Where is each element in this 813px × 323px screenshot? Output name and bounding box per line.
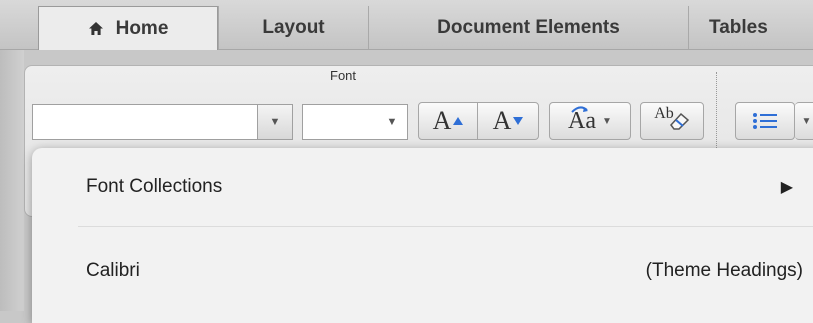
font-dropdown-menu: Font Collections ▶ Calibri (Theme Headin… — [32, 148, 813, 323]
ribbon-tab-strip: Home Layout Document Elements Tables — [0, 0, 813, 50]
menu-item-font-collections[interactable]: Font Collections ▶ — [32, 152, 813, 222]
clear-formatting-label: Ab — [654, 105, 674, 122]
tab-document-elements[interactable]: Document Elements — [368, 6, 688, 49]
triangle-down-icon — [513, 117, 524, 125]
group-separator — [716, 72, 717, 150]
tab-layout-label: Layout — [262, 16, 325, 38]
tab-home-label: Home — [115, 17, 169, 39]
menu-divider — [78, 226, 813, 227]
menu-item-calibri[interactable]: Calibri (Theme Headings) — [32, 236, 813, 306]
font-name-dropdown-button[interactable]: ▼ — [257, 105, 292, 139]
tab-document-elements-label: Document Elements — [437, 16, 620, 38]
submenu-arrow-icon: ▶ — [780, 179, 793, 196]
home-icon — [88, 21, 104, 36]
chevron-down-icon: ▼ — [602, 115, 612, 127]
font-group-title: Font — [330, 68, 357, 83]
shrink-font-button[interactable]: A — [477, 102, 539, 140]
tab-home[interactable]: Home — [38, 6, 218, 50]
eraser-icon: Ab — [654, 105, 690, 131]
tab-layout[interactable]: Layout — [218, 6, 368, 49]
grow-font-label: A — [432, 106, 452, 135]
bullets-dropdown-button[interactable]: ▼ — [795, 102, 813, 140]
calibri-theme-note: (Theme Headings) — [645, 260, 803, 281]
tab-tables[interactable]: Tables — [688, 6, 813, 49]
chevron-down-icon: ▼ — [386, 116, 398, 128]
calibri-label: Calibri — [86, 260, 140, 281]
grow-font-button[interactable]: A — [418, 102, 478, 140]
shrink-font-label: A — [492, 106, 512, 135]
chevron-down-icon: ▼ — [801, 115, 812, 127]
triangle-up-icon — [453, 117, 464, 125]
font-collections-label: Font Collections — [86, 176, 223, 197]
chevron-down-icon: ▼ — [269, 116, 281, 128]
font-size-combobox[interactable]: ▼ — [302, 104, 408, 140]
font-size-dropdown-button[interactable]: ▼ — [377, 105, 407, 139]
tab-tables-label: Tables — [709, 16, 768, 38]
change-case-icon: Aa — [568, 105, 596, 135]
bullets-button[interactable] — [735, 102, 795, 140]
clear-formatting-button[interactable]: Ab — [640, 102, 704, 140]
bullet-list-icon — [752, 111, 778, 131]
change-case-button[interactable]: Aa ▼ — [549, 102, 631, 140]
font-name-combobox[interactable]: ▼ — [32, 104, 293, 140]
